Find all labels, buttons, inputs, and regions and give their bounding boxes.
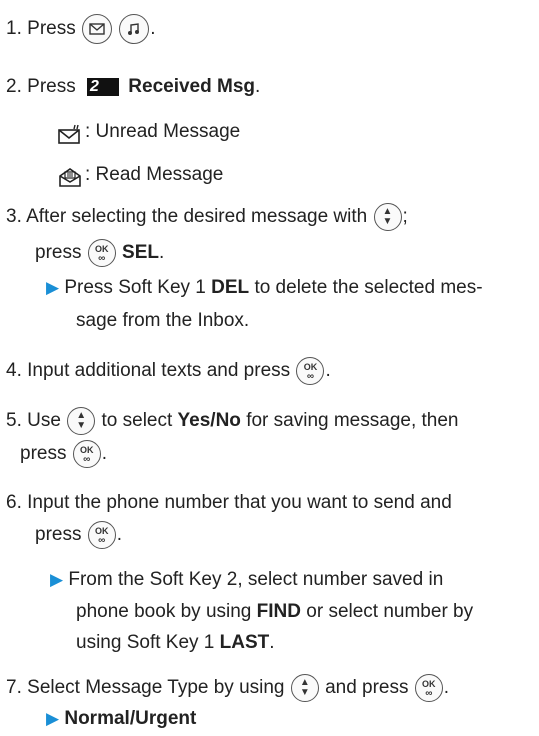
step-7-text2: and press — [325, 677, 409, 698]
step-6-note-l2-post: or select number by — [306, 601, 474, 622]
step-2: 2. Press 2 Received Msg. — [6, 70, 539, 104]
step-3-sel: SEL — [122, 242, 159, 263]
number-2-key-icon: 2 — [87, 77, 119, 96]
menu-key-icon — [119, 13, 150, 44]
step-4-end: . — [325, 360, 331, 381]
step-1-end: . — [150, 18, 156, 39]
step-6-note-l3-end: . — [269, 632, 275, 653]
read-message-label: : Read Message — [85, 164, 224, 185]
step-6-note-find: FIND — [256, 601, 301, 622]
unread-envelope-icon — [58, 122, 82, 144]
ok-button-icon: OK ∞ — [87, 238, 116, 267]
step-5-number: 5. — [6, 410, 22, 431]
step-6: 6. Input the phone number that you want … — [6, 486, 539, 520]
step-3-note-line2: sage from the Inbox. — [76, 310, 250, 331]
step-2-end: . — [255, 76, 261, 97]
step-7-end: . — [443, 677, 450, 698]
step-3-press: press — [35, 242, 82, 263]
step-3-note-bold: DEL — [211, 277, 250, 298]
step-3-note-line-2: sage from the Inbox. — [76, 304, 539, 338]
step-6-number: 6. — [6, 492, 22, 513]
step-3-note-post: to delete the selected mes- — [254, 277, 483, 298]
step-5-to-select: to select — [101, 410, 173, 431]
navigation-key-icon: ▲ ▼ — [373, 202, 402, 231]
step-5-bold: Yes/No — [177, 410, 241, 431]
bullet-arrow-icon: ▶ — [50, 570, 64, 589]
step-6-end: . — [116, 524, 123, 545]
step-2-text: Press — [27, 76, 76, 97]
step-3-line-2: press OK ∞ SEL. — [35, 236, 539, 270]
step-2-number: 2. — [6, 76, 22, 97]
bullet-arrow-icon: ▶ — [46, 709, 60, 728]
step-5-use: Use — [27, 410, 61, 431]
step-7-note-bold: Normal/Urgent — [64, 708, 197, 729]
step-7-text1: Select Message Type by using — [27, 677, 285, 698]
read-envelope-icon — [58, 165, 82, 187]
ok-button-icon: OK ∞ — [87, 520, 116, 549]
step-7: 7. Select Message Type by using ▲ ▼ and p… — [6, 671, 539, 705]
step-6-note-last: LAST — [219, 632, 270, 653]
step-3-end: ; — [402, 206, 408, 227]
navigation-key-icon: ▲ ▼ — [67, 406, 96, 435]
step-2-label: Received Msg — [128, 76, 256, 97]
step-5-line-2: press OK ∞. — [20, 437, 539, 471]
step-6-note-line-2: phone book by using FIND or select numbe… — [76, 595, 539, 629]
step-6-text: Input the phone number that you want to … — [27, 492, 452, 513]
step-6-note: ▶ From the Soft Key 2, select number sav… — [50, 563, 539, 597]
step-7-number: 7. — [6, 677, 22, 698]
unread-message-row: : Unread Message — [58, 115, 539, 149]
bullet-arrow-icon: ▶ — [46, 278, 60, 297]
read-message-row: : Read Message — [58, 158, 539, 192]
step-3: 3. After selecting the desired message w… — [6, 200, 539, 234]
navigation-key-icon: ▲ ▼ — [290, 673, 319, 702]
step-5-press: press — [20, 443, 67, 464]
step-3-text: After selecting the desired message with — [26, 206, 368, 227]
step-3-number: 3. — [6, 206, 22, 227]
unread-message-label: : Unread Message — [85, 121, 241, 142]
ok-button-icon: OK ∞ — [414, 673, 443, 702]
step-5: 5. Use ▲ ▼ to select Yes/No for saving me… — [6, 404, 539, 438]
step-6-note-line-3: using Soft Key 1 LAST. — [76, 626, 539, 660]
step-1: 1. Press . — [6, 12, 539, 46]
ok-button-icon: OK ∞ — [72, 439, 101, 468]
step-6-note-l3-pre: using Soft Key 1 — [76, 632, 215, 653]
step-3-note: ▶ Press Soft Key 1 DEL to delete the sel… — [46, 271, 539, 305]
step-3-note-pre: Press Soft Key 1 — [64, 277, 206, 298]
step-4: 4. Input additional texts and press OK ∞. — [6, 354, 539, 388]
message-key-icon — [82, 13, 112, 44]
step-3-sel-end: . — [158, 242, 165, 263]
step-1-text: Press — [27, 18, 76, 39]
step-6-press: press — [35, 524, 82, 545]
step-6-line-2: press OK ∞. — [35, 518, 539, 552]
step-4-number: 4. — [6, 360, 22, 381]
step-5-text3: for saving message, then — [246, 410, 459, 431]
step-1-number: 1. — [6, 18, 22, 39]
number-2-key-label: 2 — [90, 77, 99, 95]
step-6-note-l1: From the Soft Key 2, select number saved… — [68, 569, 444, 590]
ok-button-icon: OK ∞ — [296, 356, 325, 385]
step-4-text: Input additional texts and press — [27, 360, 291, 381]
step-5-end: . — [101, 443, 108, 464]
step-6-note-l2-pre: phone book by using — [76, 601, 252, 622]
